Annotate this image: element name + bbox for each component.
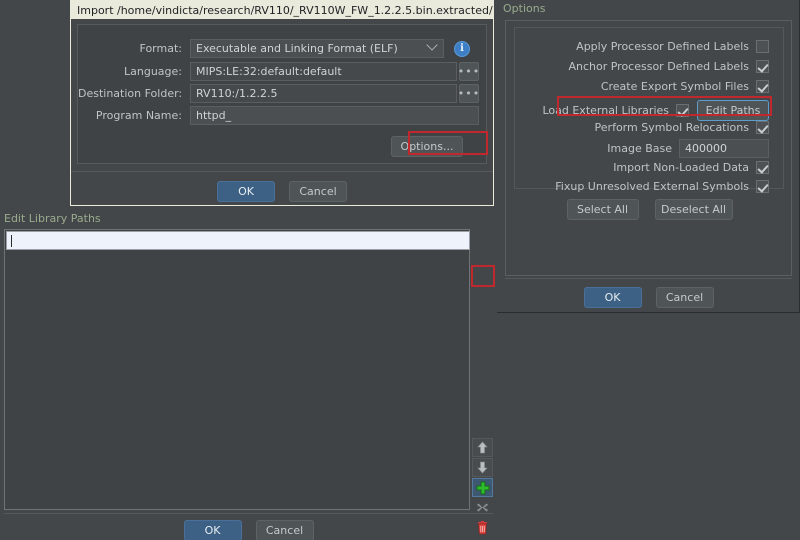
- option-label: Apply Processor Defined Labels: [576, 40, 749, 53]
- checkbox-anchor-processor-defined-labels[interactable]: [756, 60, 769, 73]
- program-name-value: httpd_: [196, 109, 232, 122]
- import-dialog: Import /home/vindicta/research/RV110/_RV…: [70, 0, 494, 206]
- add-icon: [476, 481, 489, 494]
- program-name-input[interactable]: httpd_: [190, 106, 479, 125]
- format-row: Format: Executable and Linking Format (E…: [78, 38, 486, 58]
- import-ok-button[interactable]: OK: [217, 181, 275, 202]
- remove-path-button[interactable]: [472, 498, 493, 517]
- elp-ok-button[interactable]: OK: [183, 520, 242, 540]
- checkbox-perform-symbol-relocations[interactable]: [756, 121, 769, 134]
- checkbox-import-non-loaded-data[interactable]: [756, 161, 769, 174]
- destination-folder-value: RV110:/1.2.2.5: [196, 87, 278, 100]
- checkbox-load-external-libraries[interactable]: [676, 104, 689, 117]
- import-cancel-button[interactable]: Cancel: [289, 181, 347, 202]
- language-browse-dots-icon[interactable]: •••: [458, 62, 479, 81]
- program-name-row: Program Name: httpd_: [78, 106, 486, 125]
- options-dialog-divider: [505, 278, 792, 279]
- language-field[interactable]: MIPS:LE:32:default:default: [190, 62, 457, 81]
- option-row-create-export-symbol-files[interactable]: Create Export Symbol Files: [601, 80, 769, 93]
- checkbox-create-export-symbol-files[interactable]: [756, 80, 769, 93]
- options-cancel-button[interactable]: Cancel: [655, 287, 714, 308]
- option-label: Load External Libraries: [542, 104, 669, 117]
- edit-paths-button[interactable]: Edit Paths: [697, 100, 769, 121]
- edit-library-paths-buttons: OK Cancel: [0, 520, 497, 540]
- option-row-import-non-loaded-data[interactable]: Import Non-Loaded Data: [613, 161, 769, 174]
- option-label: Fixup Unresolved External Symbols: [555, 180, 749, 193]
- text-caret: [11, 234, 12, 247]
- options-select-buttons: Select All Deselect All: [506, 199, 793, 220]
- destination-folder-browse-dots-icon[interactable]: •••: [458, 84, 479, 103]
- option-label: Anchor Processor Defined Labels: [568, 60, 749, 73]
- destination-folder-row: Destination Folder: RV110:/1.2.2.5 •••: [78, 84, 486, 103]
- format-combo[interactable]: Executable and Linking Format (ELF): [190, 38, 444, 58]
- move-down-icon: [477, 461, 488, 474]
- library-paths-list[interactable]: [4, 229, 470, 510]
- import-dialog-divider: [71, 171, 493, 172]
- option-label: Create Export Symbol Files: [600, 80, 749, 93]
- option-label: Perform Symbol Relocations: [594, 121, 749, 134]
- edit-library-paths-divider: [4, 513, 493, 514]
- image-base-value: 400000: [685, 142, 727, 155]
- checkbox-fixup-unresolved-external-symbols[interactable]: [756, 180, 769, 193]
- option-label: Import Non-Loaded Data: [613, 161, 749, 174]
- image-base-label: Image Base: [607, 142, 672, 155]
- elp-cancel-button[interactable]: Cancel: [255, 520, 314, 540]
- image-base-row: Image Base 400000: [607, 139, 769, 158]
- options-dialog-title: Options: [503, 2, 546, 15]
- select-all-button[interactable]: Select All: [566, 199, 639, 220]
- destination-folder-label: Destination Folder:: [78, 87, 183, 100]
- move-up-icon: [477, 441, 488, 454]
- move-down-button[interactable]: [472, 458, 493, 477]
- options-button-wrap: Options...: [391, 135, 463, 157]
- language-value: MIPS:LE:32:default:default: [196, 65, 342, 78]
- library-path-input[interactable]: [6, 231, 470, 250]
- add-path-button[interactable]: [472, 478, 493, 497]
- program-name-label: Program Name:: [95, 109, 182, 122]
- language-row: Language: MIPS:LE:32:default:default •••: [78, 62, 486, 81]
- destination-folder-field[interactable]: RV110:/1.2.2.5: [190, 84, 457, 103]
- option-row-anchor-processor-defined-labels[interactable]: Anchor Processor Defined Labels: [568, 60, 769, 73]
- option-row-load-external-libraries[interactable]: Load External Libraries Edit Paths: [542, 100, 769, 121]
- option-row-apply-processor-defined-labels[interactable]: Apply Processor Defined Labels: [576, 40, 769, 53]
- import-dialog-form: Format: Executable and Linking Format (E…: [77, 24, 487, 164]
- options-dialog: Options Apply Processor Defined Labels A…: [497, 0, 800, 313]
- edit-library-paths-dialog: Edit Library Paths OK Cancel: [0, 210, 497, 540]
- deselect-all-button[interactable]: Deselect All: [654, 199, 733, 220]
- options-ok-button[interactable]: OK: [583, 287, 642, 308]
- format-label: Format:: [139, 42, 182, 55]
- format-combo-value: Executable and Linking Format (ELF): [196, 42, 398, 55]
- screen: Import /home/vindicta/research/RV110/_RV…: [0, 0, 800, 540]
- option-row-fixup-unresolved-external-symbols[interactable]: Fixup Unresolved External Symbols: [555, 180, 769, 193]
- option-row-perform-symbol-relocations[interactable]: Perform Symbol Relocations: [595, 121, 769, 134]
- language-label: Language:: [124, 65, 182, 78]
- chevron-down-icon: [426, 38, 438, 51]
- move-up-button[interactable]: [472, 438, 493, 457]
- options-dialog-buttons: OK Cancel: [505, 287, 792, 308]
- options-dialog-body: Apply Processor Defined Labels Anchor Pr…: [505, 20, 792, 276]
- image-base-input[interactable]: 400000: [679, 139, 769, 158]
- options-button[interactable]: Options...: [391, 136, 463, 157]
- info-icon[interactable]: i: [454, 40, 470, 57]
- options-checkbox-group: Apply Processor Defined Labels Anchor Pr…: [514, 27, 784, 193]
- import-dialog-buttons: OK Cancel: [71, 181, 493, 202]
- edit-library-paths-title: Edit Library Paths: [4, 211, 101, 225]
- checkbox-apply-processor-defined-labels[interactable]: [756, 40, 769, 53]
- import-dialog-titlebar: Import /home/vindicta/research/RV110/_RV…: [71, 1, 493, 19]
